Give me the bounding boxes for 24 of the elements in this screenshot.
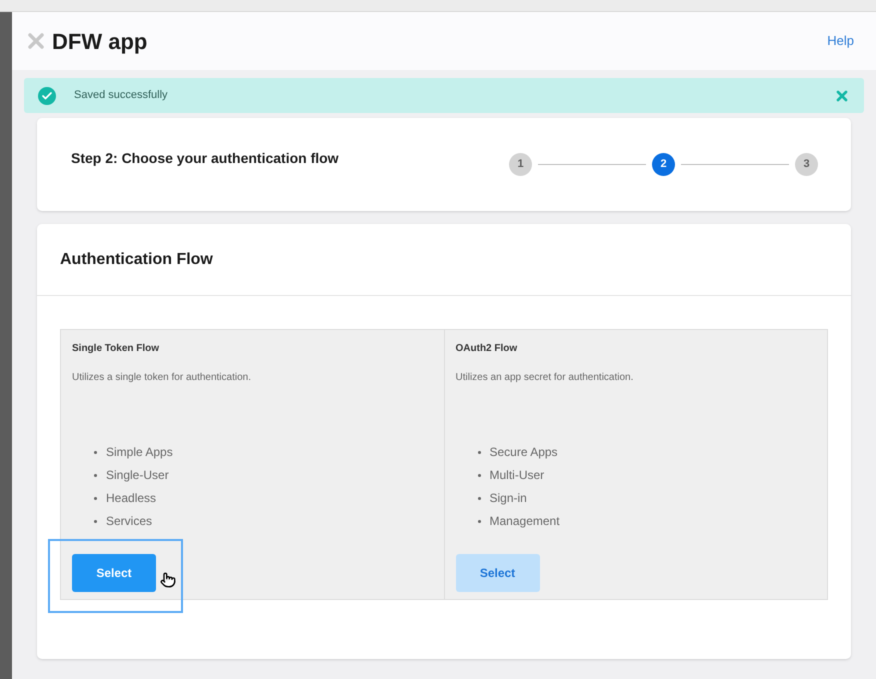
help-link[interactable]: Help: [827, 31, 854, 51]
feature-item: Single-User: [94, 466, 432, 484]
step-indicator: 2: [652, 153, 675, 176]
option-description: Utilizes an app secret for authentication.: [456, 371, 634, 385]
toast-message: Saved successfully: [74, 88, 168, 104]
feature-item: Management: [478, 512, 816, 530]
feature-item: Headless: [94, 489, 432, 507]
step-indicator: 1: [509, 153, 532, 176]
feature-item: Sign-in: [478, 489, 816, 507]
step-title: Step 2: Choose your authentication flow: [71, 149, 339, 168]
feature-item: Simple Apps: [94, 443, 432, 461]
modal-title: DFW app: [52, 28, 148, 56]
panel-title: Authentication Flow: [60, 250, 213, 270]
option-description: Utilizes a single token for authentication.: [72, 371, 252, 385]
feature-item: Multi-User: [478, 466, 816, 484]
hand-cursor-icon: [160, 572, 176, 588]
select-button[interactable]: Select: [456, 554, 540, 592]
option-title: Single Token Flow: [72, 342, 160, 356]
select-button[interactable]: Select: [72, 554, 156, 592]
close-icon[interactable]: [834, 88, 850, 104]
step-indicator: 3: [795, 153, 818, 176]
feature-item: Services: [94, 512, 432, 530]
feature-item: Secure Apps: [478, 443, 816, 461]
option-title: OAuth2 Flow: [456, 342, 518, 356]
